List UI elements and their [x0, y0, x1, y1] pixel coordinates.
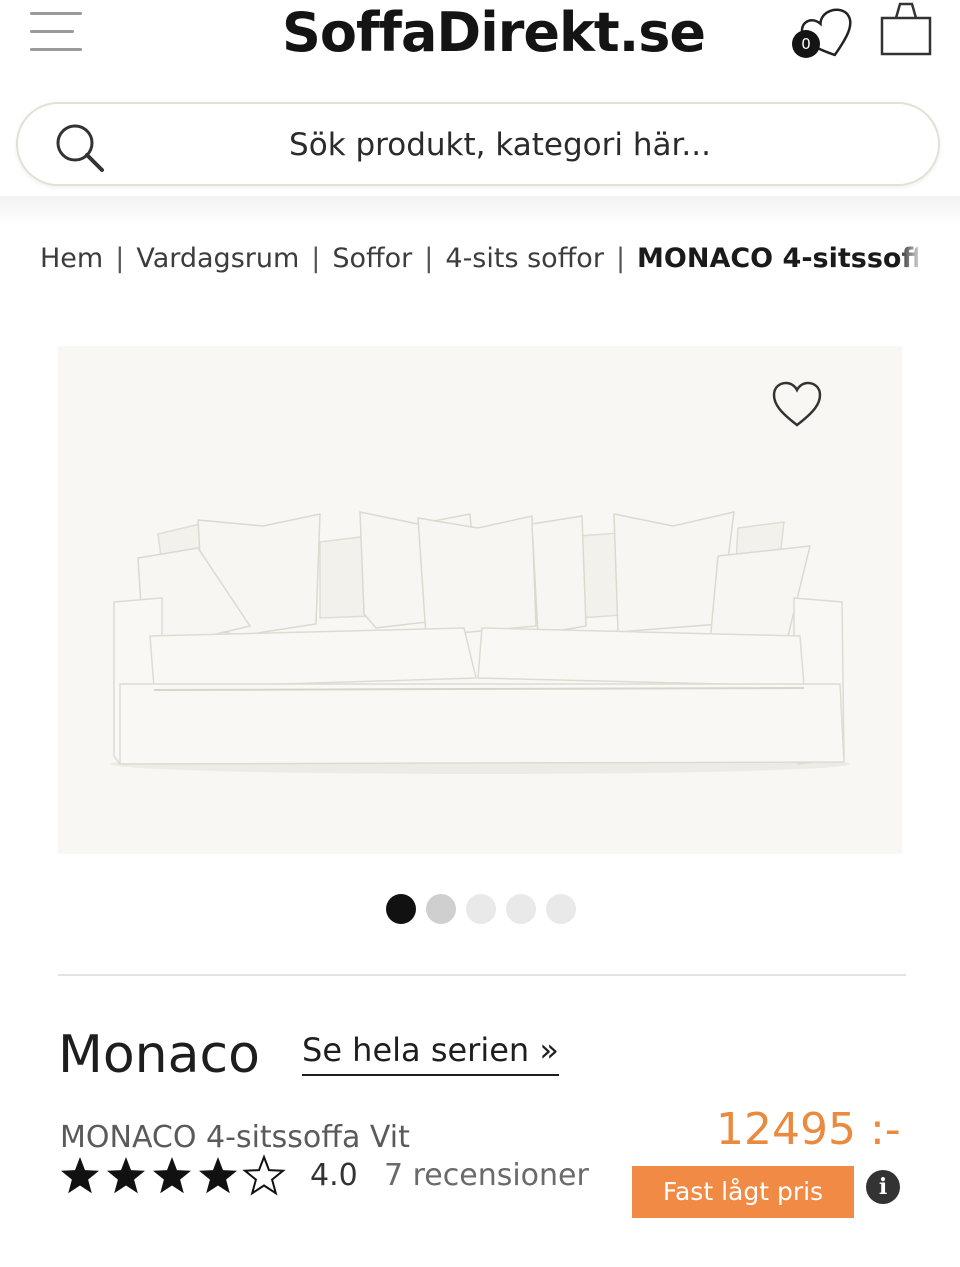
search-input[interactable]: [138, 122, 862, 168]
breadcrumb-separator: |: [424, 243, 434, 274]
breadcrumb-4-sits-soffor[interactable]: 4-sits soffor: [445, 243, 604, 274]
site-header: SoffaDirekt.se 0: [0, 0, 960, 80]
breadcrumb-separator: |: [615, 243, 626, 274]
breadcrumb: Hem | Vardagsrum | Soffor | 4-sits soffor | MONA…: [40, 236, 918, 282]
shopping-bag-icon[interactable]: [878, 0, 934, 60]
section-divider: [58, 974, 906, 976]
carousel-dot-5[interactable]: [546, 894, 576, 924]
star-filled-icon: [153, 1157, 191, 1194]
image-carousel-dots: [386, 894, 586, 926]
search-icon[interactable]: [52, 120, 108, 176]
breadcrumb-fade: [898, 236, 924, 282]
star-filled-icon: [107, 1157, 145, 1194]
breadcrumb-vardagsrum[interactable]: Vardagsrum: [136, 243, 299, 274]
star-filled-icon: [199, 1157, 237, 1194]
product-series-title: Monaco: [58, 1025, 260, 1085]
site-logo[interactable]: SoffaDirekt.se: [282, 0, 706, 66]
product-image[interactable]: [58, 346, 902, 854]
heart-outline-icon[interactable]: [770, 380, 824, 430]
price-badge: Fast lågt pris: [632, 1166, 854, 1218]
review-count-link[interactable]: 7 recensioner: [384, 1154, 589, 1198]
search-bar[interactable]: [16, 102, 940, 186]
star-empty-icon: [242, 1154, 286, 1196]
see-series-link[interactable]: Se hela serien »: [302, 1028, 559, 1076]
breadcrumb-separator: |: [115, 243, 125, 274]
carousel-dot-3[interactable]: [466, 894, 496, 924]
info-icon[interactable]: i: [866, 1170, 900, 1204]
breadcrumb-current: MONACO 4-sitssoffa: [637, 243, 918, 274]
rating-value: 4.0: [310, 1158, 358, 1193]
product-page: SoffaDirekt.se 0 Hem | Vardagsrum | Soffor | 4…: [0, 0, 960, 1267]
wishlist-count-badge: 0: [792, 30, 820, 58]
star-rating-icon: [61, 1154, 286, 1196]
breadcrumb-home[interactable]: Hem: [40, 243, 103, 274]
carousel-dot-4[interactable]: [506, 894, 536, 924]
product-price: 12495 :-: [716, 1104, 901, 1155]
header-divider: [0, 196, 960, 226]
breadcrumb-separator: |: [311, 243, 321, 274]
product-name: MONACO 4-sitssoffa Vit: [60, 1120, 410, 1155]
star-filled-icon: [61, 1157, 99, 1194]
hamburger-menu-icon[interactable]: [30, 8, 86, 56]
breadcrumb-soffor[interactable]: Soffor: [332, 243, 412, 274]
carousel-dot-1[interactable]: [386, 894, 416, 924]
carousel-dot-2[interactable]: [426, 894, 456, 924]
